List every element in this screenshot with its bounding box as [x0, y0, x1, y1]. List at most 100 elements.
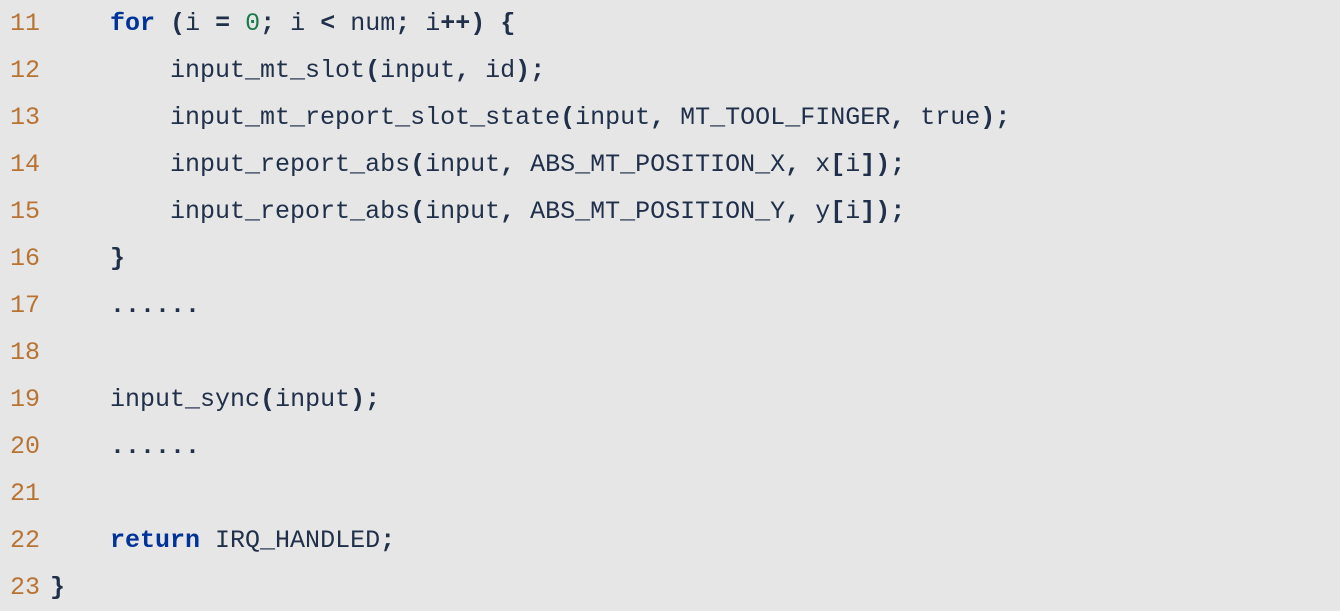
token-pun: <: [320, 9, 335, 38]
token-id: input_report_abs: [170, 150, 410, 179]
token-id: input: [380, 56, 455, 85]
token-id: ABS_MT_POSITION_Y: [530, 197, 785, 226]
token-txt: [230, 9, 245, 38]
code-text: input_mt_slot(input, id);: [50, 47, 545, 94]
token-txt: [50, 244, 110, 273]
token-pun: (: [560, 103, 575, 132]
token-txt: [275, 9, 290, 38]
code-line: 22 return IRQ_HANDLED;: [0, 517, 1340, 564]
token-id: id: [485, 56, 515, 85]
token-pun: =: [215, 9, 230, 38]
code-line: 17 ......: [0, 282, 1340, 329]
code-line: 13 input_mt_report_slot_state(input, MT_…: [0, 94, 1340, 141]
token-txt: [515, 150, 530, 179]
token-id: input_sync: [110, 385, 260, 414]
line-number: 14: [0, 141, 50, 188]
token-txt: [485, 9, 500, 38]
code-text: input_report_abs(input, ABS_MT_POSITION_…: [50, 188, 905, 235]
token-id: num: [350, 9, 395, 38]
token-id: i: [425, 9, 440, 38]
line-number: 20: [0, 423, 50, 470]
token-pun: ......: [110, 291, 200, 320]
line-number: 22: [0, 517, 50, 564]
token-num: 0: [245, 9, 260, 38]
token-id: input: [425, 150, 500, 179]
token-pun: ++): [440, 9, 485, 38]
token-txt: [800, 150, 815, 179]
token-id: ABS_MT_POSITION_X: [530, 150, 785, 179]
token-txt: [200, 9, 215, 38]
token-pun: );: [350, 385, 380, 414]
token-txt: [335, 9, 350, 38]
token-kw: return: [110, 526, 200, 555]
token-pun: ]);: [860, 150, 905, 179]
token-txt: [50, 56, 170, 85]
token-pun: ,: [785, 150, 800, 179]
code-block: 11 for (i = 0; i < num; i++) {12 input_m…: [0, 0, 1340, 611]
token-kw: for: [110, 9, 155, 38]
code-line: 14 input_report_abs(input, ABS_MT_POSITI…: [0, 141, 1340, 188]
code-text: for (i = 0; i < num; i++) {: [50, 0, 515, 47]
token-txt: [50, 432, 110, 461]
code-line: 21: [0, 470, 1340, 517]
token-id: input: [425, 197, 500, 226]
token-id: input_mt_report_slot_state: [170, 103, 560, 132]
code-line: 12 input_mt_slot(input, id);: [0, 47, 1340, 94]
code-text: }: [50, 564, 65, 611]
token-pun: ;: [260, 9, 275, 38]
token-pun: ]);: [860, 197, 905, 226]
token-id: i: [845, 197, 860, 226]
token-pun: );: [515, 56, 545, 85]
line-number: 13: [0, 94, 50, 141]
code-line: 15 input_report_abs(input, ABS_MT_POSITI…: [0, 188, 1340, 235]
code-line: 18: [0, 329, 1340, 376]
code-line: 19 input_sync(input);: [0, 376, 1340, 423]
token-pun: ,: [455, 56, 470, 85]
token-txt: [905, 103, 920, 132]
token-txt: [50, 9, 110, 38]
token-pun: (: [365, 56, 380, 85]
token-id: input_mt_slot: [170, 56, 365, 85]
token-txt: [515, 197, 530, 226]
token-pun: ,: [500, 150, 515, 179]
code-text: input_mt_report_slot_state(input, MT_TOO…: [50, 94, 1010, 141]
token-id: true: [920, 103, 980, 132]
token-id: MT_TOOL_FINGER: [680, 103, 890, 132]
token-id: input: [575, 103, 650, 132]
token-id: y: [815, 197, 830, 226]
code-line: 16 }: [0, 235, 1340, 282]
token-id: x: [815, 150, 830, 179]
token-txt: [50, 150, 170, 179]
code-text: }: [50, 235, 125, 282]
token-txt: [50, 385, 110, 414]
code-line: 23}: [0, 564, 1340, 611]
token-txt: [50, 526, 110, 555]
token-id: IRQ_HANDLED: [215, 526, 380, 555]
token-txt: [50, 103, 170, 132]
token-txt: [410, 9, 425, 38]
token-pun: ......: [110, 432, 200, 461]
code-text: input_sync(input);: [50, 376, 380, 423]
token-id: input_report_abs: [170, 197, 410, 226]
code-text: return IRQ_HANDLED;: [50, 517, 395, 564]
token-id: i: [185, 9, 200, 38]
token-pun: [: [830, 150, 845, 179]
token-pun: [: [830, 197, 845, 226]
token-pun: }: [110, 244, 125, 273]
token-pun: (: [170, 9, 185, 38]
token-txt: [50, 291, 110, 320]
token-id: input: [275, 385, 350, 414]
token-pun: ;: [380, 526, 395, 555]
token-txt: [50, 197, 170, 226]
token-txt: [665, 103, 680, 132]
token-txt: [470, 56, 485, 85]
token-pun: (: [410, 197, 425, 226]
line-number: 23: [0, 564, 50, 611]
line-number: 16: [0, 235, 50, 282]
code-line: 11 for (i = 0; i < num; i++) {: [0, 0, 1340, 47]
token-pun: (: [260, 385, 275, 414]
token-pun: ,: [650, 103, 665, 132]
code-text: ......: [50, 423, 200, 470]
token-txt: [800, 197, 815, 226]
line-number: 18: [0, 329, 50, 376]
